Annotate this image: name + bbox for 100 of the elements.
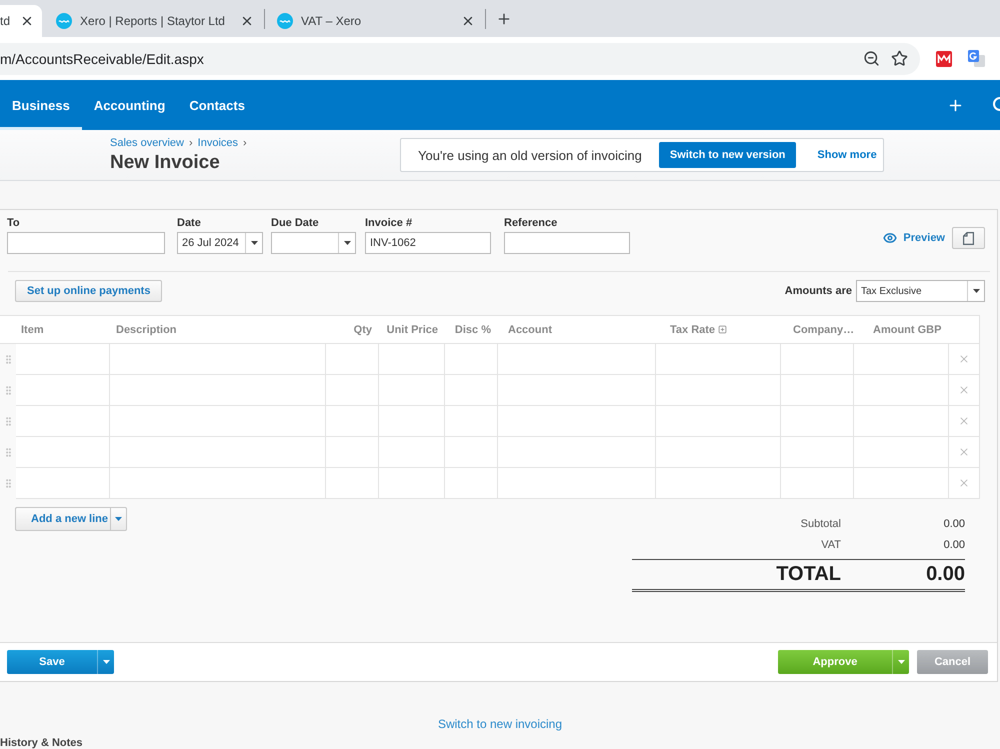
column-header: Unit Price [386, 324, 438, 336]
line-item-cell[interactable] [498, 406, 656, 437]
line-item-cell[interactable] [854, 375, 949, 406]
breadcrumb-separator: › [243, 137, 247, 150]
zoom-out-icon[interactable] [863, 50, 880, 67]
grand-total-label: TOTAL [775, 563, 841, 586]
nav-tab[interactable]: Accounting [82, 80, 178, 130]
dropdown-button[interactable] [110, 507, 127, 531]
line-item-cell[interactable] [498, 344, 656, 375]
browser-tab[interactable]: td [0, 5, 42, 37]
input-field[interactable]: INV-1062 [365, 232, 491, 254]
line-item-cell[interactable] [110, 406, 326, 437]
field-label: Invoice # [365, 217, 414, 230]
field-label: Date [177, 217, 202, 230]
line-item-cell[interactable] [379, 406, 445, 437]
plus-square-icon[interactable] [718, 325, 728, 334]
amounts-select[interactable]: Tax Exclusive [856, 280, 985, 302]
eye-icon [883, 231, 898, 245]
field-label: Due Date [271, 217, 320, 230]
breadcrumb-link[interactable]: Invoices [198, 137, 238, 150]
total-value: 0.00 [942, 539, 965, 551]
column-header: Item [21, 324, 44, 336]
field-label: Reference [504, 217, 558, 230]
line-item-cell[interactable] [16, 344, 110, 375]
document-icon [963, 232, 974, 244]
column-header: Amount GBP [873, 324, 942, 336]
caret-icon [115, 517, 122, 521]
line-item-cell[interactable] [498, 437, 656, 468]
online-payments-button[interactable]: Set up online payments [15, 280, 162, 302]
line-item-cell[interactable] [16, 437, 110, 468]
document-button[interactable] [952, 227, 985, 249]
search-icon [991, 97, 1000, 113]
breadcrumb-link[interactable]: Sales overview [110, 137, 184, 150]
input-field[interactable] [504, 232, 630, 254]
amounts-label: Amounts are [784, 285, 852, 297]
nav-tab[interactable]: Contacts [177, 80, 257, 130]
line-item-cell[interactable] [854, 468, 949, 499]
line-item-cell[interactable] [656, 375, 781, 406]
line-item-cell[interactable] [379, 375, 445, 406]
line-item-cell[interactable] [781, 344, 854, 375]
line-item-cell[interactable] [656, 468, 781, 499]
line-item-cell[interactable] [16, 375, 110, 406]
line-item-cell[interactable] [854, 437, 949, 468]
line-item-cell[interactable] [656, 406, 781, 437]
total-label: VAT [820, 539, 841, 551]
line-item-cell[interactable] [498, 468, 656, 499]
line-item-cell[interactable] [498, 375, 656, 406]
line-item-cell[interactable] [445, 344, 498, 375]
line-item-cell[interactable] [445, 406, 498, 437]
browser-tab[interactable]: Xero | Reports | Staytor Ltd [46, 5, 262, 37]
address-bar[interactable]: m/AccountsReceivable/Edit.aspx [0, 42, 920, 74]
show-more-link[interactable]: Show more [817, 149, 877, 161]
caret-icon [102, 660, 110, 664]
save-button[interactable]: Save [7, 650, 97, 674]
line-item-cell[interactable] [16, 406, 110, 437]
translate-icon[interactable] [968, 50, 985, 67]
browser-tab[interactable]: VAT – Xero [267, 5, 484, 37]
date-field[interactable]: 26 Jul 2024 [177, 232, 263, 254]
caret-icon [972, 289, 980, 293]
line-item-cell[interactable] [445, 468, 498, 499]
line-item-cell[interactable] [379, 344, 445, 375]
search-button[interactable] [991, 97, 1000, 113]
line-item-cell[interactable] [379, 468, 445, 499]
line-item-cell[interactable] [326, 375, 379, 406]
switch-invoicing-link[interactable]: Switch to new invoicing [438, 717, 562, 731]
line-item-cell[interactable] [379, 437, 445, 468]
column-header: Company… [793, 324, 854, 336]
column-header: Disc % [454, 324, 491, 336]
line-item-cell[interactable] [110, 344, 326, 375]
input-field[interactable] [7, 232, 165, 254]
line-item-cell[interactable] [656, 437, 781, 468]
line-item-cell[interactable] [326, 344, 379, 375]
line-item-cell[interactable] [854, 406, 949, 437]
line-item-cell[interactable] [445, 437, 498, 468]
column-header: Account [508, 324, 552, 336]
line-item-cell[interactable] [445, 375, 498, 406]
line-item-cell[interactable] [781, 468, 854, 499]
column-header: Description [116, 324, 177, 336]
line-item-cell[interactable] [110, 375, 326, 406]
approve-button[interactable]: Approve [778, 650, 892, 674]
line-item-cell[interactable] [781, 375, 854, 406]
preview-link[interactable]: Preview [883, 231, 945, 245]
line-item-cell[interactable] [16, 468, 110, 499]
line-item-cell[interactable] [326, 468, 379, 499]
line-item-cell[interactable] [656, 344, 781, 375]
line-item-cell[interactable] [326, 437, 379, 468]
line-item-cell[interactable] [326, 406, 379, 437]
add-line-button[interactable]: Add a new line [15, 507, 110, 531]
field-label: To [7, 217, 21, 230]
extension-icon[interactable] [936, 50, 952, 66]
grand-total-value: 0.00 [925, 563, 965, 586]
line-item-cell[interactable] [110, 468, 326, 499]
switch-version-button[interactable]: Switch to new version [658, 142, 796, 168]
date-field[interactable] [271, 232, 356, 254]
line-item-cell[interactable] [110, 437, 326, 468]
line-item-cell[interactable] [854, 344, 949, 375]
section-heading: History & Notes [0, 737, 83, 749]
line-item-cell[interactable] [781, 406, 854, 437]
star-icon[interactable] [891, 50, 908, 67]
line-item-cell[interactable] [781, 437, 854, 468]
